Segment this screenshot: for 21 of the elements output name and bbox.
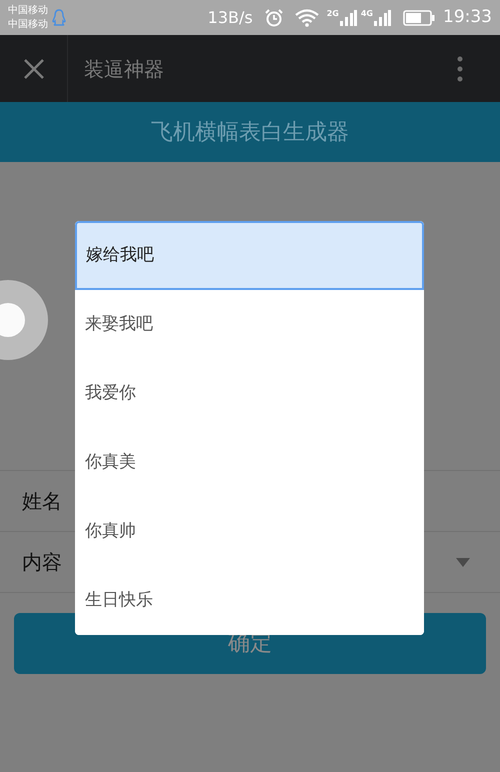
dropdown-option[interactable]: 嫁给我吧: [75, 221, 424, 290]
signal-icon: [373, 10, 391, 26]
close-icon: [22, 58, 44, 80]
app-title: 装逼神器: [84, 56, 165, 82]
carrier-name: 中国移动: [8, 18, 48, 32]
field-label: 姓名: [22, 488, 63, 515]
dropdown-caret-icon: [456, 558, 470, 566]
field-label: 内容: [22, 549, 63, 576]
carrier-name: 中国移动: [8, 4, 48, 18]
clock-time: 19:33: [443, 6, 492, 29]
alarm-clock-icon: [264, 8, 283, 26]
more-icon: [457, 56, 463, 82]
network-type: 2G: [326, 10, 339, 18]
round-knob-icon: [0, 278, 48, 362]
page-title: 飞机横幅表白生成器: [151, 118, 349, 146]
wifi-icon: [294, 8, 319, 26]
network-speed: 13B/s: [208, 6, 253, 28]
battery-icon: [403, 10, 435, 26]
signal-icon: [338, 10, 357, 26]
network-type: 4G: [360, 10, 373, 18]
penguin-icon: [52, 8, 66, 26]
